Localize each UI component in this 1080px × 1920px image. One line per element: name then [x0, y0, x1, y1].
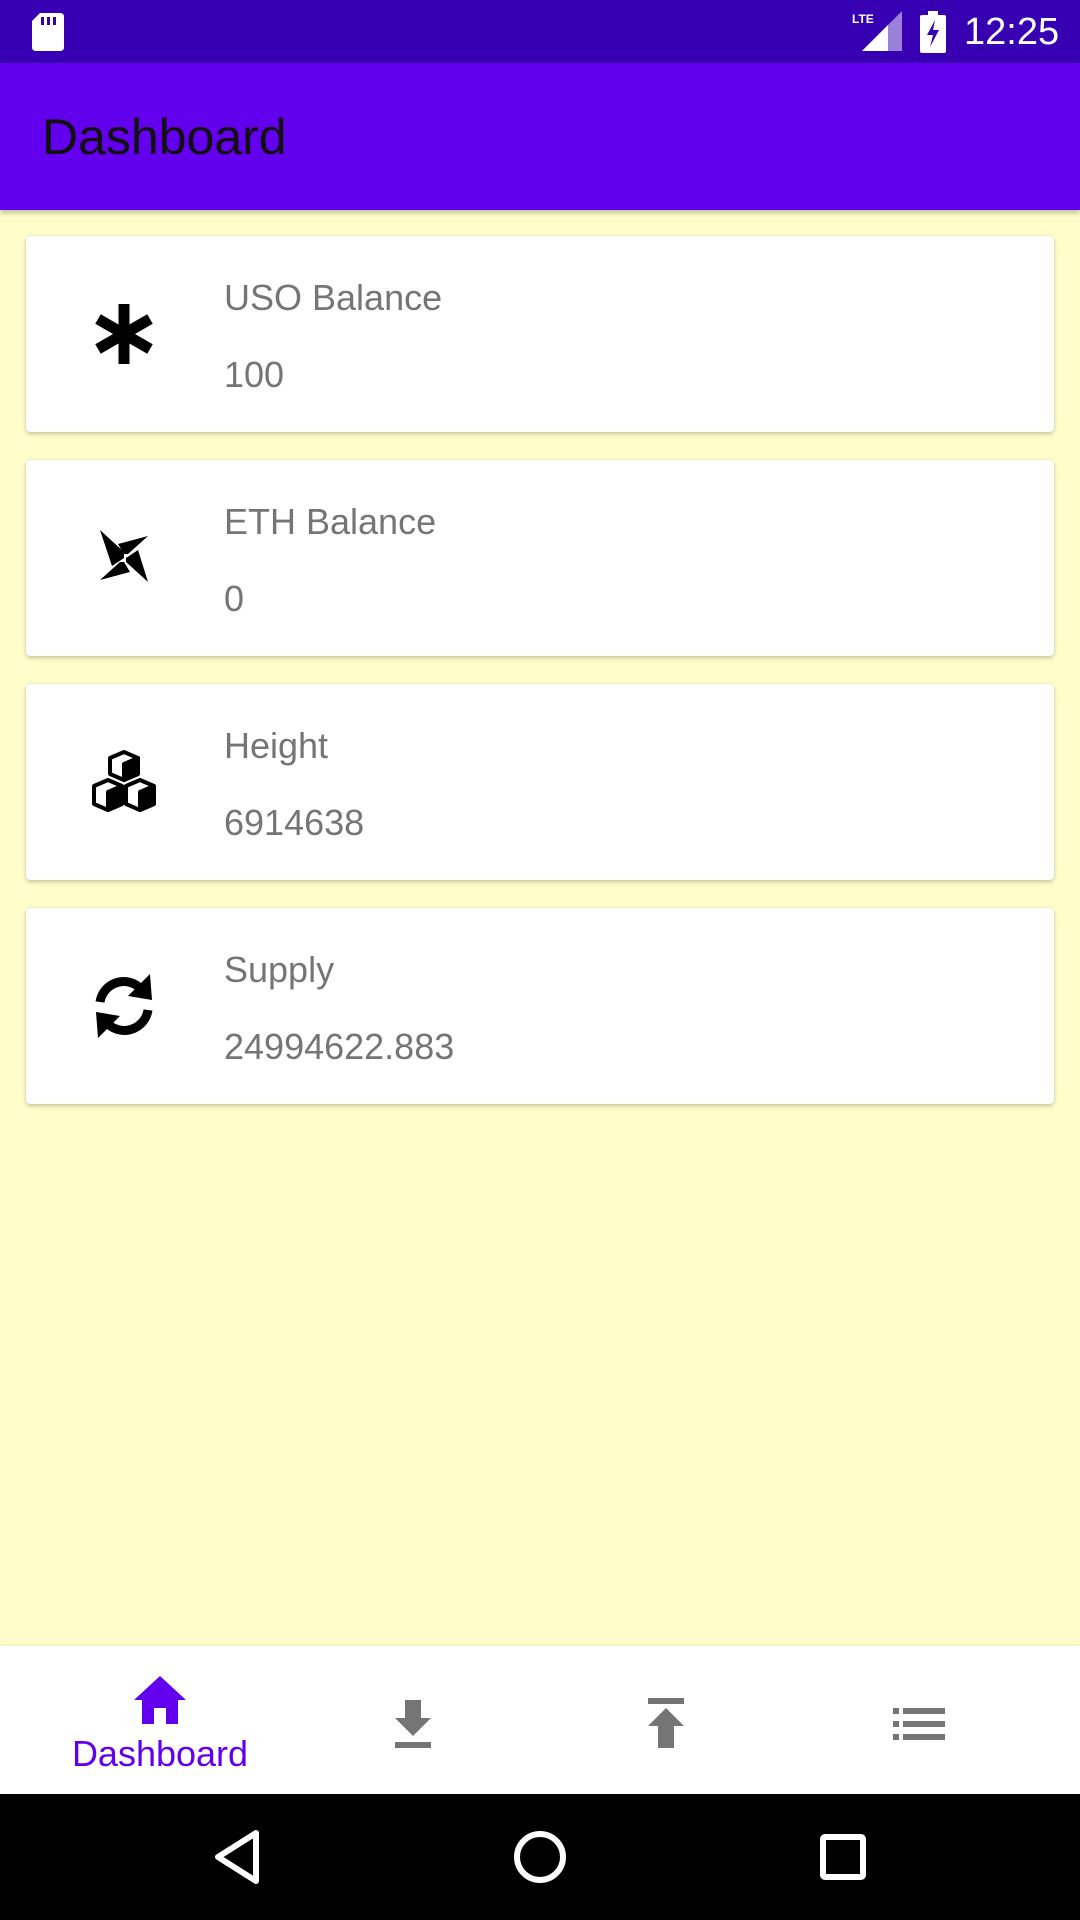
nav-item-send[interactable]: [540, 1646, 792, 1794]
sd-card-icon: [32, 13, 64, 51]
nav-item-transactions[interactable]: [793, 1646, 1045, 1794]
bottom-navigation: Dashboard: [0, 1646, 1080, 1794]
system-navigation-bar: [0, 1794, 1080, 1920]
card-value: 6914638: [224, 802, 365, 843]
card-value: 100: [224, 354, 285, 395]
height-card: Height 6914638: [26, 684, 1054, 880]
page-title: Dashboard: [42, 109, 287, 165]
card-label: Supply: [224, 949, 335, 990]
card-value: 0: [224, 578, 245, 619]
recents-square-icon[interactable]: [813, 1827, 873, 1887]
ethereum-pinwheel-icon: [100, 530, 148, 582]
back-triangle-icon[interactable]: [208, 1827, 268, 1887]
card-value: 24994622.883: [224, 1026, 455, 1067]
svg-text:LTE: LTE: [852, 12, 874, 26]
supply-card: Supply 24994622.883: [26, 908, 1054, 1104]
nav-label-dashboard: Dashboard: [71, 1733, 249, 1774]
battery-charging-icon: [920, 11, 946, 53]
card-label: ETH Balance: [224, 501, 437, 542]
list-icon: [893, 1708, 945, 1740]
lte-signal-icon: LTE: [852, 11, 902, 51]
card-label: Height: [224, 725, 329, 766]
nav-item-receive[interactable]: [287, 1646, 539, 1794]
status-clock: 12:25: [964, 11, 1060, 53]
status-bar: LTE 12:25: [0, 0, 1080, 63]
card-label: USO Balance: [224, 277, 443, 318]
nav-item-dashboard[interactable]: Dashboard: [34, 1646, 286, 1794]
download-icon: [395, 1700, 431, 1748]
uso-balance-card: USO Balance 100: [26, 236, 1054, 432]
cubes-icon: [92, 750, 156, 812]
sync-icon: [95, 974, 153, 1038]
asterisk-icon: [95, 304, 153, 364]
upload-icon: [648, 1698, 684, 1748]
home-icon: [134, 1676, 186, 1724]
home-circle-icon[interactable]: [510, 1827, 570, 1887]
eth-balance-card: ETH Balance 0: [26, 460, 1054, 656]
app-bar: Dashboard: [0, 63, 1080, 210]
